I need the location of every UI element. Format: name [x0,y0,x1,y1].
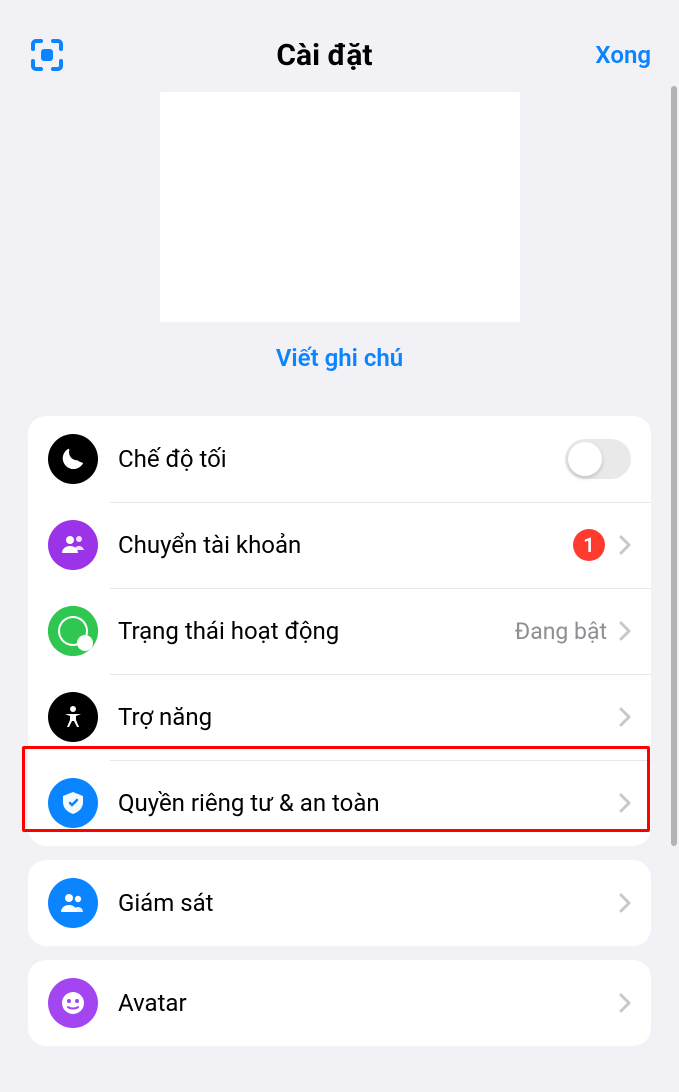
accessibility-row[interactable]: Trợ năng [28,674,651,760]
header: Cài đặt Xong [0,0,679,86]
qr-icon [30,38,64,72]
chevron-right-icon [619,993,631,1013]
settings-group-3: Avatar [28,960,651,1046]
avatar-label: Avatar [118,989,619,1017]
supervision-row[interactable]: Giám sát [28,860,651,946]
chevron-right-icon [619,707,631,727]
privacy-label: Quyền riêng tư & an toàn [118,789,619,817]
dark-mode-row[interactable]: Chế độ tối [28,416,651,502]
dark-mode-label: Chế độ tối [118,445,565,473]
done-button[interactable]: Xong [583,41,651,69]
notification-badge: 1 [573,529,605,561]
moon-icon [48,434,98,484]
supervision-icon [48,878,98,928]
privacy-safety-row[interactable]: Quyền riêng tư & an toàn [28,760,651,846]
active-status-value: Đang bật [515,618,607,645]
write-note-button[interactable]: Viết ghi chú [276,344,403,372]
switch-account-label: Chuyển tài khoản [118,531,573,559]
profile-image-placeholder[interactable] [160,92,520,322]
supervision-label: Giám sát [118,889,619,917]
chevron-right-icon [619,621,631,641]
chevron-right-icon [619,793,631,813]
qr-scan-button[interactable] [28,36,66,74]
chevron-right-icon [619,535,631,555]
scrollbar[interactable] [671,86,677,846]
profile-area: Viết ghi chú [0,86,679,402]
toggle-knob [568,442,602,476]
avatar-row[interactable]: Avatar [28,960,651,1046]
active-status-row[interactable]: Trạng thái hoạt động Đang bật [28,588,651,674]
page-title: Cài đặt [66,38,583,73]
settings-group-2: Giám sát [28,860,651,946]
accessibility-label: Trợ năng [118,703,619,731]
settings-group-1: Chế độ tối Chuyển tài khoản 1 Trạng thái… [28,416,651,846]
chevron-right-icon [619,893,631,913]
switch-account-icon [48,520,98,570]
dark-mode-toggle[interactable] [565,439,631,479]
active-status-icon [48,606,98,656]
avatar-icon [48,978,98,1028]
active-status-label: Trạng thái hoạt động [118,617,515,645]
privacy-icon [48,778,98,828]
accessibility-icon [48,692,98,742]
switch-account-row[interactable]: Chuyển tài khoản 1 [28,502,651,588]
